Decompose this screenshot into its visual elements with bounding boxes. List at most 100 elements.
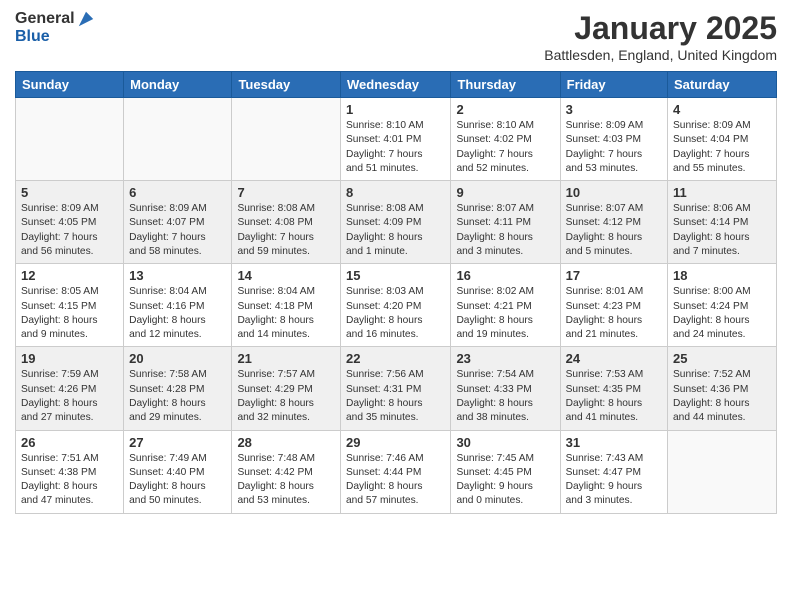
page: General Blue January 2025 Battlesden, En… [0, 0, 792, 524]
calendar-cell [668, 430, 777, 513]
calendar-cell: 11 Sunrise: 8:06 AMSunset: 4:14 PMDayligh… [668, 181, 777, 264]
calendar-cell: 15 Sunrise: 8:03 AMSunset: 4:20 PMDayligh… [341, 264, 451, 347]
calendar-cell: 4Sunrise: 8:09 AMSunset: 4:04 PMDaylight… [668, 98, 777, 181]
day-number: 24 [566, 351, 662, 366]
calendar-cell: 24Sunrise: 7:53 AMSunset: 4:35 PMDayligh… [560, 347, 667, 430]
month-title: January 2025 [544, 10, 777, 47]
day-info: Sunrise: 8:02 AMSunset: 4:21 PMDaylight:… [456, 285, 554, 342]
calendar-cell: 25 Sunrise: 7:52 AMSunset: 4:36 PMDayligh… [668, 347, 777, 430]
day-number: 27 [129, 435, 226, 450]
day-info: Sunrise: 8:07 AMSunset: 4:12 PMDaylight:… [566, 202, 662, 259]
day-info: Sunrise: 7:57 AMSunset: 4:29 PMDaylight:… [237, 368, 335, 425]
calendar-cell: 18 Sunrise: 8:00 AMSunset: 4:24 PMDayligh… [668, 264, 777, 347]
day-number: 9 [456, 185, 554, 200]
day-info: Sunrise: 7:51 AMSunset: 4:38 PMDaylight:… [21, 452, 118, 509]
day-number: 11 [673, 185, 771, 200]
day-info: Sunrise: 8:00 AMSunset: 4:24 PMDaylight:… [673, 285, 771, 342]
day-info: Sunrise: 7:46 AMSunset: 4:44 PMDaylight:… [346, 452, 445, 509]
day-info: Sunrise: 7:58 AMSunset: 4:28 PMDaylight:… [129, 368, 226, 425]
calendar-cell: 16 Sunrise: 8:02 AMSunset: 4:21 PMDayligh… [451, 264, 560, 347]
calendar-cell: 23 Sunrise: 7:54 AMSunset: 4:33 PMDayligh… [451, 347, 560, 430]
day-info: Sunrise: 8:09 AMSunset: 4:03 PMDaylight:… [566, 119, 662, 176]
day-info: Sunrise: 8:07 AMSunset: 4:11 PMDaylight:… [456, 202, 554, 259]
day-info: Sunrise: 8:04 AMSunset: 4:18 PMDaylight:… [237, 285, 335, 342]
calendar-cell: 22Sunrise: 7:56 AMSunset: 4:31 PMDayligh… [341, 347, 451, 430]
day-header-wednesday: Wednesday [341, 72, 451, 98]
day-header-friday: Friday [560, 72, 667, 98]
day-number: 6 [129, 185, 226, 200]
day-number: 14 [237, 268, 335, 283]
calendar-cell: 20 Sunrise: 7:58 AMSunset: 4:28 PMDayligh… [124, 347, 232, 430]
calendar-cell: 8 Sunrise: 8:08 AMSunset: 4:09 PMDaylight… [341, 181, 451, 264]
day-number: 23 [456, 351, 554, 366]
calendar-cell: 2 Sunrise: 8:10 AMSunset: 4:02 PMDaylight… [451, 98, 560, 181]
logo-general: General [15, 10, 75, 28]
calendar-cell: 29 Sunrise: 7:46 AMSunset: 4:44 PMDayligh… [341, 430, 451, 513]
day-info: Sunrise: 8:03 AMSunset: 4:20 PMDaylight:… [346, 285, 445, 342]
day-number: 22 [346, 351, 445, 366]
day-number: 15 [346, 268, 445, 283]
day-info: Sunrise: 8:08 AMSunset: 4:09 PMDaylight:… [346, 202, 445, 259]
day-number: 2 [456, 102, 554, 117]
day-info: Sunrise: 7:49 AMSunset: 4:40 PMDaylight:… [129, 452, 226, 509]
day-number: 30 [456, 435, 554, 450]
week-row-4: 19Sunrise: 7:59 AMSunset: 4:26 PMDayligh… [16, 347, 777, 430]
week-row-1: 1Sunrise: 8:10 AMSunset: 4:01 PMDaylight… [16, 98, 777, 181]
week-row-5: 26 Sunrise: 7:51 AMSunset: 4:38 PMDayligh… [16, 430, 777, 513]
day-info: Sunrise: 7:54 AMSunset: 4:33 PMDaylight:… [456, 368, 554, 425]
logo-blue: Blue [15, 28, 95, 46]
calendar-cell: 21 Sunrise: 7:57 AMSunset: 4:29 PMDayligh… [232, 347, 341, 430]
day-number: 18 [673, 268, 771, 283]
calendar-cell: 30Sunrise: 7:45 AMSunset: 4:45 PMDayligh… [451, 430, 560, 513]
day-number: 8 [346, 185, 445, 200]
day-header-tuesday: Tuesday [232, 72, 341, 98]
day-number: 20 [129, 351, 226, 366]
title-section: January 2025 Battlesden, England, United… [544, 10, 777, 63]
day-number: 13 [129, 268, 226, 283]
day-info: Sunrise: 8:08 AMSunset: 4:08 PMDaylight:… [237, 202, 335, 259]
calendar-cell: 19Sunrise: 7:59 AMSunset: 4:26 PMDayligh… [16, 347, 124, 430]
day-number: 5 [21, 185, 118, 200]
day-number: 19 [21, 351, 118, 366]
day-number: 10 [566, 185, 662, 200]
day-number: 25 [673, 351, 771, 366]
calendar-cell: 7Sunrise: 8:08 AMSunset: 4:08 PMDaylight… [232, 181, 341, 264]
calendar-cell [124, 98, 232, 181]
calendar-cell: 13Sunrise: 8:04 AMSunset: 4:16 PMDayligh… [124, 264, 232, 347]
calendar-cell: 5 Sunrise: 8:09 AMSunset: 4:05 PMDaylight… [16, 181, 124, 264]
day-info: Sunrise: 8:09 AMSunset: 4:07 PMDaylight:… [129, 202, 226, 259]
day-number: 3 [566, 102, 662, 117]
calendar-cell: 26 Sunrise: 7:51 AMSunset: 4:38 PMDayligh… [16, 430, 124, 513]
header: General Blue January 2025 Battlesden, En… [15, 10, 777, 63]
day-info: Sunrise: 8:05 AMSunset: 4:15 PMDaylight:… [21, 285, 118, 342]
day-header-thursday: Thursday [451, 72, 560, 98]
day-number: 17 [566, 268, 662, 283]
week-row-3: 12Sunrise: 8:05 AMSunset: 4:15 PMDayligh… [16, 264, 777, 347]
day-number: 28 [237, 435, 335, 450]
day-number: 26 [21, 435, 118, 450]
day-info: Sunrise: 7:48 AMSunset: 4:42 PMDaylight:… [237, 452, 335, 509]
day-info: Sunrise: 7:52 AMSunset: 4:36 PMDaylight:… [673, 368, 771, 425]
calendar-header-row: SundayMondayTuesdayWednesdayThursdayFrid… [16, 72, 777, 98]
calendar-cell: 14 Sunrise: 8:04 AMSunset: 4:18 PMDayligh… [232, 264, 341, 347]
calendar-cell: 6 Sunrise: 8:09 AMSunset: 4:07 PMDaylight… [124, 181, 232, 264]
calendar-cell: 12Sunrise: 8:05 AMSunset: 4:15 PMDayligh… [16, 264, 124, 347]
day-number: 29 [346, 435, 445, 450]
calendar: SundayMondayTuesdayWednesdayThursdayFrid… [15, 71, 777, 514]
day-info: Sunrise: 8:01 AMSunset: 4:23 PMDaylight:… [566, 285, 662, 342]
calendar-cell [16, 98, 124, 181]
calendar-cell: 10 Sunrise: 8:07 AMSunset: 4:12 PMDayligh… [560, 181, 667, 264]
day-info: Sunrise: 8:06 AMSunset: 4:14 PMDaylight:… [673, 202, 771, 259]
day-info: Sunrise: 8:10 AMSunset: 4:01 PMDaylight:… [346, 119, 445, 176]
logo-text: General Blue [15, 10, 95, 46]
day-info: Sunrise: 8:10 AMSunset: 4:02 PMDaylight:… [456, 119, 554, 176]
day-number: 16 [456, 268, 554, 283]
calendar-cell: 3 Sunrise: 8:09 AMSunset: 4:03 PMDaylight… [560, 98, 667, 181]
calendar-cell: 9 Sunrise: 8:07 AMSunset: 4:11 PMDaylight… [451, 181, 560, 264]
day-number: 21 [237, 351, 335, 366]
week-row-2: 5 Sunrise: 8:09 AMSunset: 4:05 PMDaylight… [16, 181, 777, 264]
day-info: Sunrise: 8:09 AMSunset: 4:05 PMDaylight:… [21, 202, 118, 259]
calendar-cell: 31Sunrise: 7:43 AMSunset: 4:47 PMDayligh… [560, 430, 667, 513]
calendar-cell: 27 Sunrise: 7:49 AMSunset: 4:40 PMDayligh… [124, 430, 232, 513]
calendar-cell: 17 Sunrise: 8:01 AMSunset: 4:23 PMDayligh… [560, 264, 667, 347]
